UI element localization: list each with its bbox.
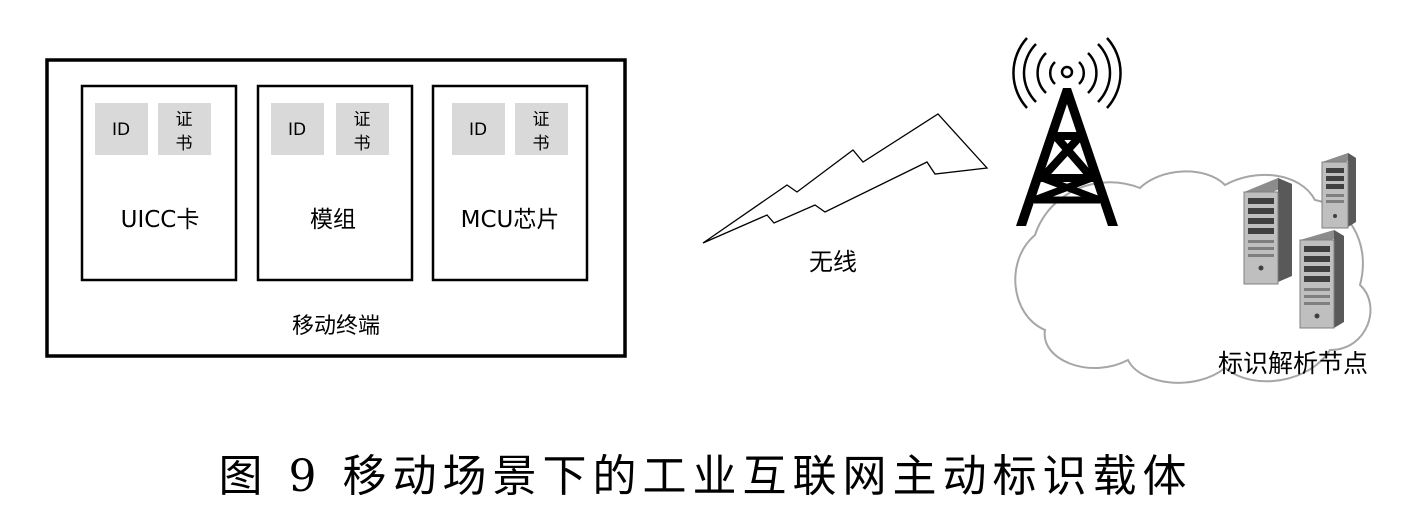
component-name: MCU芯片 [461,207,560,233]
id-label: ID [112,120,130,140]
server-tower-3 [1299,230,1344,329]
component-mcu: ID 证 书 MCU芯片 [431,84,589,282]
server-tower-1 [1243,178,1292,285]
server-tower-2 [1321,153,1356,229]
figure-caption: 图 9 移动场景下的工业互联网主动标识载体 [218,451,1193,502]
node-label: 标识解析节点 [1218,349,1368,378]
cert-label-line2: 书 [533,134,550,154]
cert-label-line2: 书 [354,134,371,154]
id-label: ID [288,120,306,140]
component-module: ID 证 书 模组 [256,84,414,282]
cert-label-line1: 证 [354,110,371,130]
wireless-label: 无线 [809,248,857,276]
component-name: 模组 [310,207,356,233]
cert-label-line1: 证 [176,110,193,130]
component-uicc: ID 证 书 UICC卡 [80,84,238,282]
component-name: UICC卡 [121,207,200,233]
signal-tower-icon [1012,37,1122,226]
wireless-link: 无线 [702,113,989,276]
mobile-terminal: ID 证 书 UICC卡 ID 证 书 模组 ID 证 书 MCU芯片 移动终端 [45,58,627,358]
id-label: ID [469,120,487,140]
mobile-terminal-label: 移动终端 [292,314,380,339]
cert-label-line2: 书 [176,134,193,154]
lightning-bolt-icon [702,113,989,244]
cert-label-line1: 证 [533,110,550,130]
